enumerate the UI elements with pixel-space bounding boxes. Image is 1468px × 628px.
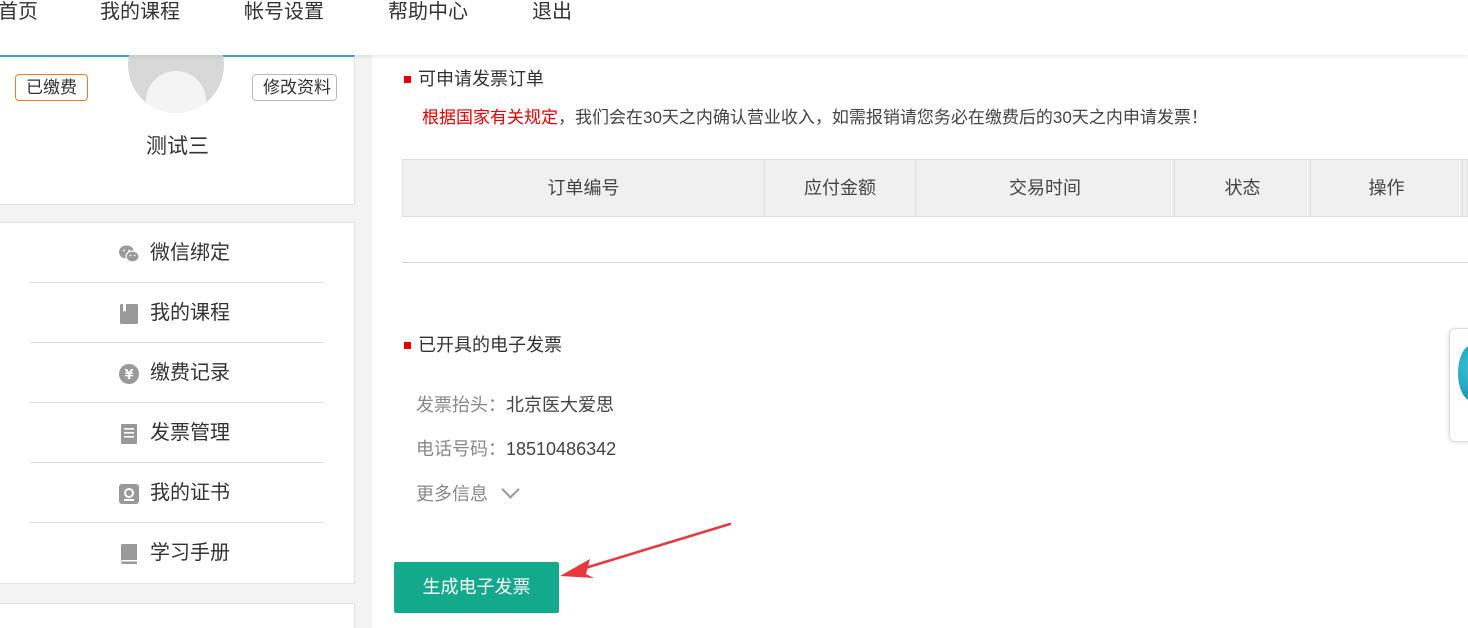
orders-table-header: 订单编号 应付金额 交易时间 状态 操作: [402, 159, 1468, 217]
top-navigation: 首页 我的课程 帐号设置 帮助中心 退出: [0, 0, 1468, 55]
svg-text:¥: ¥: [124, 368, 133, 383]
main-content: 可申请发票订单 根据国家有关规定，我们会在30天之内确认营业收入，如需报销请您务…: [372, 55, 1468, 628]
invoice-header-value: 北京医大爱思: [506, 395, 614, 415]
edit-profile-button[interactable]: 修改资料: [252, 74, 337, 101]
sidebar-item-label: 我的证书: [150, 482, 230, 504]
book-icon: [120, 304, 138, 324]
more-info-toggle[interactable]: 更多信息: [416, 480, 520, 506]
notice-highlight: 根据国家有关规定: [422, 108, 558, 127]
nav-logout[interactable]: 退出: [532, 0, 572, 24]
sidebar-item-label: 缴费记录: [150, 362, 230, 384]
invoice-icon: [121, 424, 137, 444]
sidebar-item-label: 我的课程: [150, 302, 230, 324]
sidebar-item-my-certificates[interactable]: 我的证书: [30, 463, 324, 523]
sidebar-item-label: 学习手册: [150, 542, 230, 564]
invoice-notice: 根据国家有关规定，我们会在30天之内确认营业收入，如需报销请您务必在缴费后的30…: [422, 106, 1208, 130]
nav-my-courses[interactable]: 我的课程: [100, 0, 180, 24]
nav-help-center[interactable]: 帮助中心: [388, 0, 468, 24]
paid-status-badge: 已缴费: [15, 74, 88, 101]
invoice-header-label: 发票抬头：: [416, 395, 506, 415]
floating-service-widget[interactable]: [1449, 328, 1468, 442]
yen-icon: ¥: [119, 364, 139, 384]
nav-home[interactable]: 首页: [0, 0, 38, 24]
sidebar-bottom-card: [0, 603, 355, 628]
nav-account-settings[interactable]: 帐号设置: [244, 0, 324, 24]
certificate-icon: [119, 484, 139, 504]
handbook-icon: [121, 544, 137, 564]
column-header-order-number: 订单编号: [403, 160, 765, 216]
sidebar-item-my-courses[interactable]: 我的课程: [30, 283, 324, 343]
notice-text: ，我们会在30天之内确认营业收入，如需报销请您务必在缴费后的30天之内申请发票！: [558, 108, 1208, 127]
user-name: 测试三: [146, 135, 209, 158]
sidebar-menu: 微信绑定 我的课程 ¥ 缴费记录 发票管理 我的证书 学习手册: [0, 222, 355, 584]
section-divider: [402, 262, 1468, 263]
chevron-down-icon: [501, 480, 520, 499]
sidebar-item-study-handbook[interactable]: 学习手册: [30, 523, 324, 583]
sidebar-item-label: 发票管理: [150, 422, 230, 444]
invoice-header-row: 发票抬头：北京医大爱思: [416, 393, 614, 417]
column-header-status: 状态: [1175, 160, 1311, 216]
column-header-actions: 操作: [1311, 160, 1463, 216]
phone-number-label: 电话号码：: [416, 439, 506, 459]
wechat-icon: [119, 245, 140, 263]
more-info-label: 更多信息: [416, 484, 488, 504]
phone-number-row: 电话号码：18510486342: [416, 437, 616, 461]
sidebar-item-payment-records[interactable]: ¥ 缴费记录: [30, 343, 324, 403]
column-header-transaction-time: 交易时间: [916, 160, 1175, 216]
phone-number-value: 18510486342: [506, 439, 617, 459]
sidebar-item-invoice-management[interactable]: 发票管理: [30, 403, 324, 463]
orders-section-title: 可申请发票订单: [404, 69, 544, 89]
issued-invoices-section-title: 已开具的电子发票: [404, 335, 562, 355]
globe-icon: [1458, 345, 1468, 401]
sidebar-item-label: 微信绑定: [150, 242, 230, 264]
sidebar-item-wechat-binding[interactable]: 微信绑定: [30, 223, 324, 283]
generate-e-invoice-button[interactable]: 生成电子发票: [394, 562, 559, 613]
column-header-amount-due: 应付金额: [765, 160, 916, 216]
profile-card: 已缴费 修改资料 测试三: [0, 17, 355, 205]
